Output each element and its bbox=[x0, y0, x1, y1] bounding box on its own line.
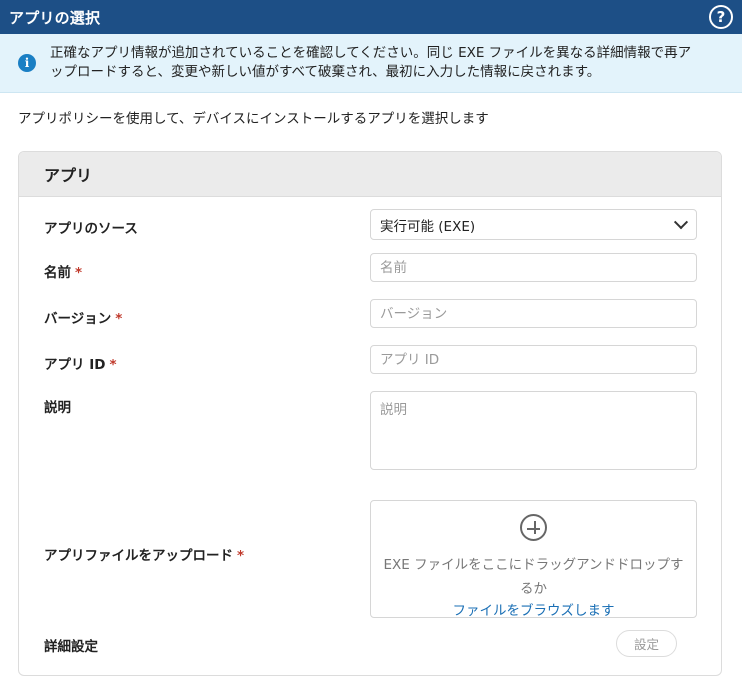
description-label: 説明 bbox=[44, 400, 71, 416]
settings-button[interactable]: 設定 bbox=[616, 630, 677, 657]
info-message: 正確なアプリ情報が追加されていることを確認してください。同じ EXE ファイルを… bbox=[50, 45, 692, 80]
dropzone-hint: EXE ファイルをここにドラッグアンドドロップす るか bbox=[383, 557, 684, 597]
description-input[interactable] bbox=[370, 391, 697, 470]
source-select[interactable]: 実行可能 (EXE) bbox=[370, 209, 697, 240]
chevron-down-icon bbox=[673, 214, 689, 229]
advanced-label: 詳細設定 bbox=[44, 639, 98, 655]
info-icon: i bbox=[18, 54, 36, 72]
name-label: 名前 * bbox=[44, 265, 83, 281]
upload-label: アプリファイルをアップロード * bbox=[44, 548, 245, 564]
card-title: アプリ bbox=[19, 152, 721, 197]
required-mark: * bbox=[237, 548, 245, 564]
title-bar: アプリの選択 ? bbox=[0, 0, 742, 34]
intro-text: アプリポリシーを使用して、デバイスにインストールするアプリを選択します bbox=[18, 111, 489, 127]
app-id-input[interactable] bbox=[370, 345, 697, 374]
page-title: アプリの選択 bbox=[9, 8, 101, 27]
required-mark: * bbox=[75, 265, 83, 281]
app-card: アプリ アプリのソース 実行可能 (EXE) 名前* バージョン* アプリ ID… bbox=[18, 151, 722, 676]
required-mark: * bbox=[109, 357, 117, 373]
info-banner: i 正確なアプリ情報が追加されていることを確認してください。同じ EXE ファイ… bbox=[0, 34, 742, 93]
version-input[interactable] bbox=[370, 299, 697, 328]
plus-circle-icon bbox=[520, 514, 547, 541]
source-value: 実行可能 (EXE) bbox=[380, 218, 476, 235]
app-id-label: アプリ ID * bbox=[44, 357, 117, 373]
file-dropzone[interactable]: EXE ファイルをここにドラッグアンドドロップす るか ファイルをブラウズします bbox=[370, 500, 697, 619]
browse-file-link[interactable]: ファイルをブラウズします bbox=[371, 599, 696, 619]
source-label: アプリのソース bbox=[44, 221, 138, 237]
name-input[interactable] bbox=[370, 253, 697, 282]
version-label: バージョン * bbox=[44, 311, 123, 327]
required-mark: * bbox=[115, 311, 123, 327]
help-icon[interactable]: ? bbox=[709, 5, 733, 29]
